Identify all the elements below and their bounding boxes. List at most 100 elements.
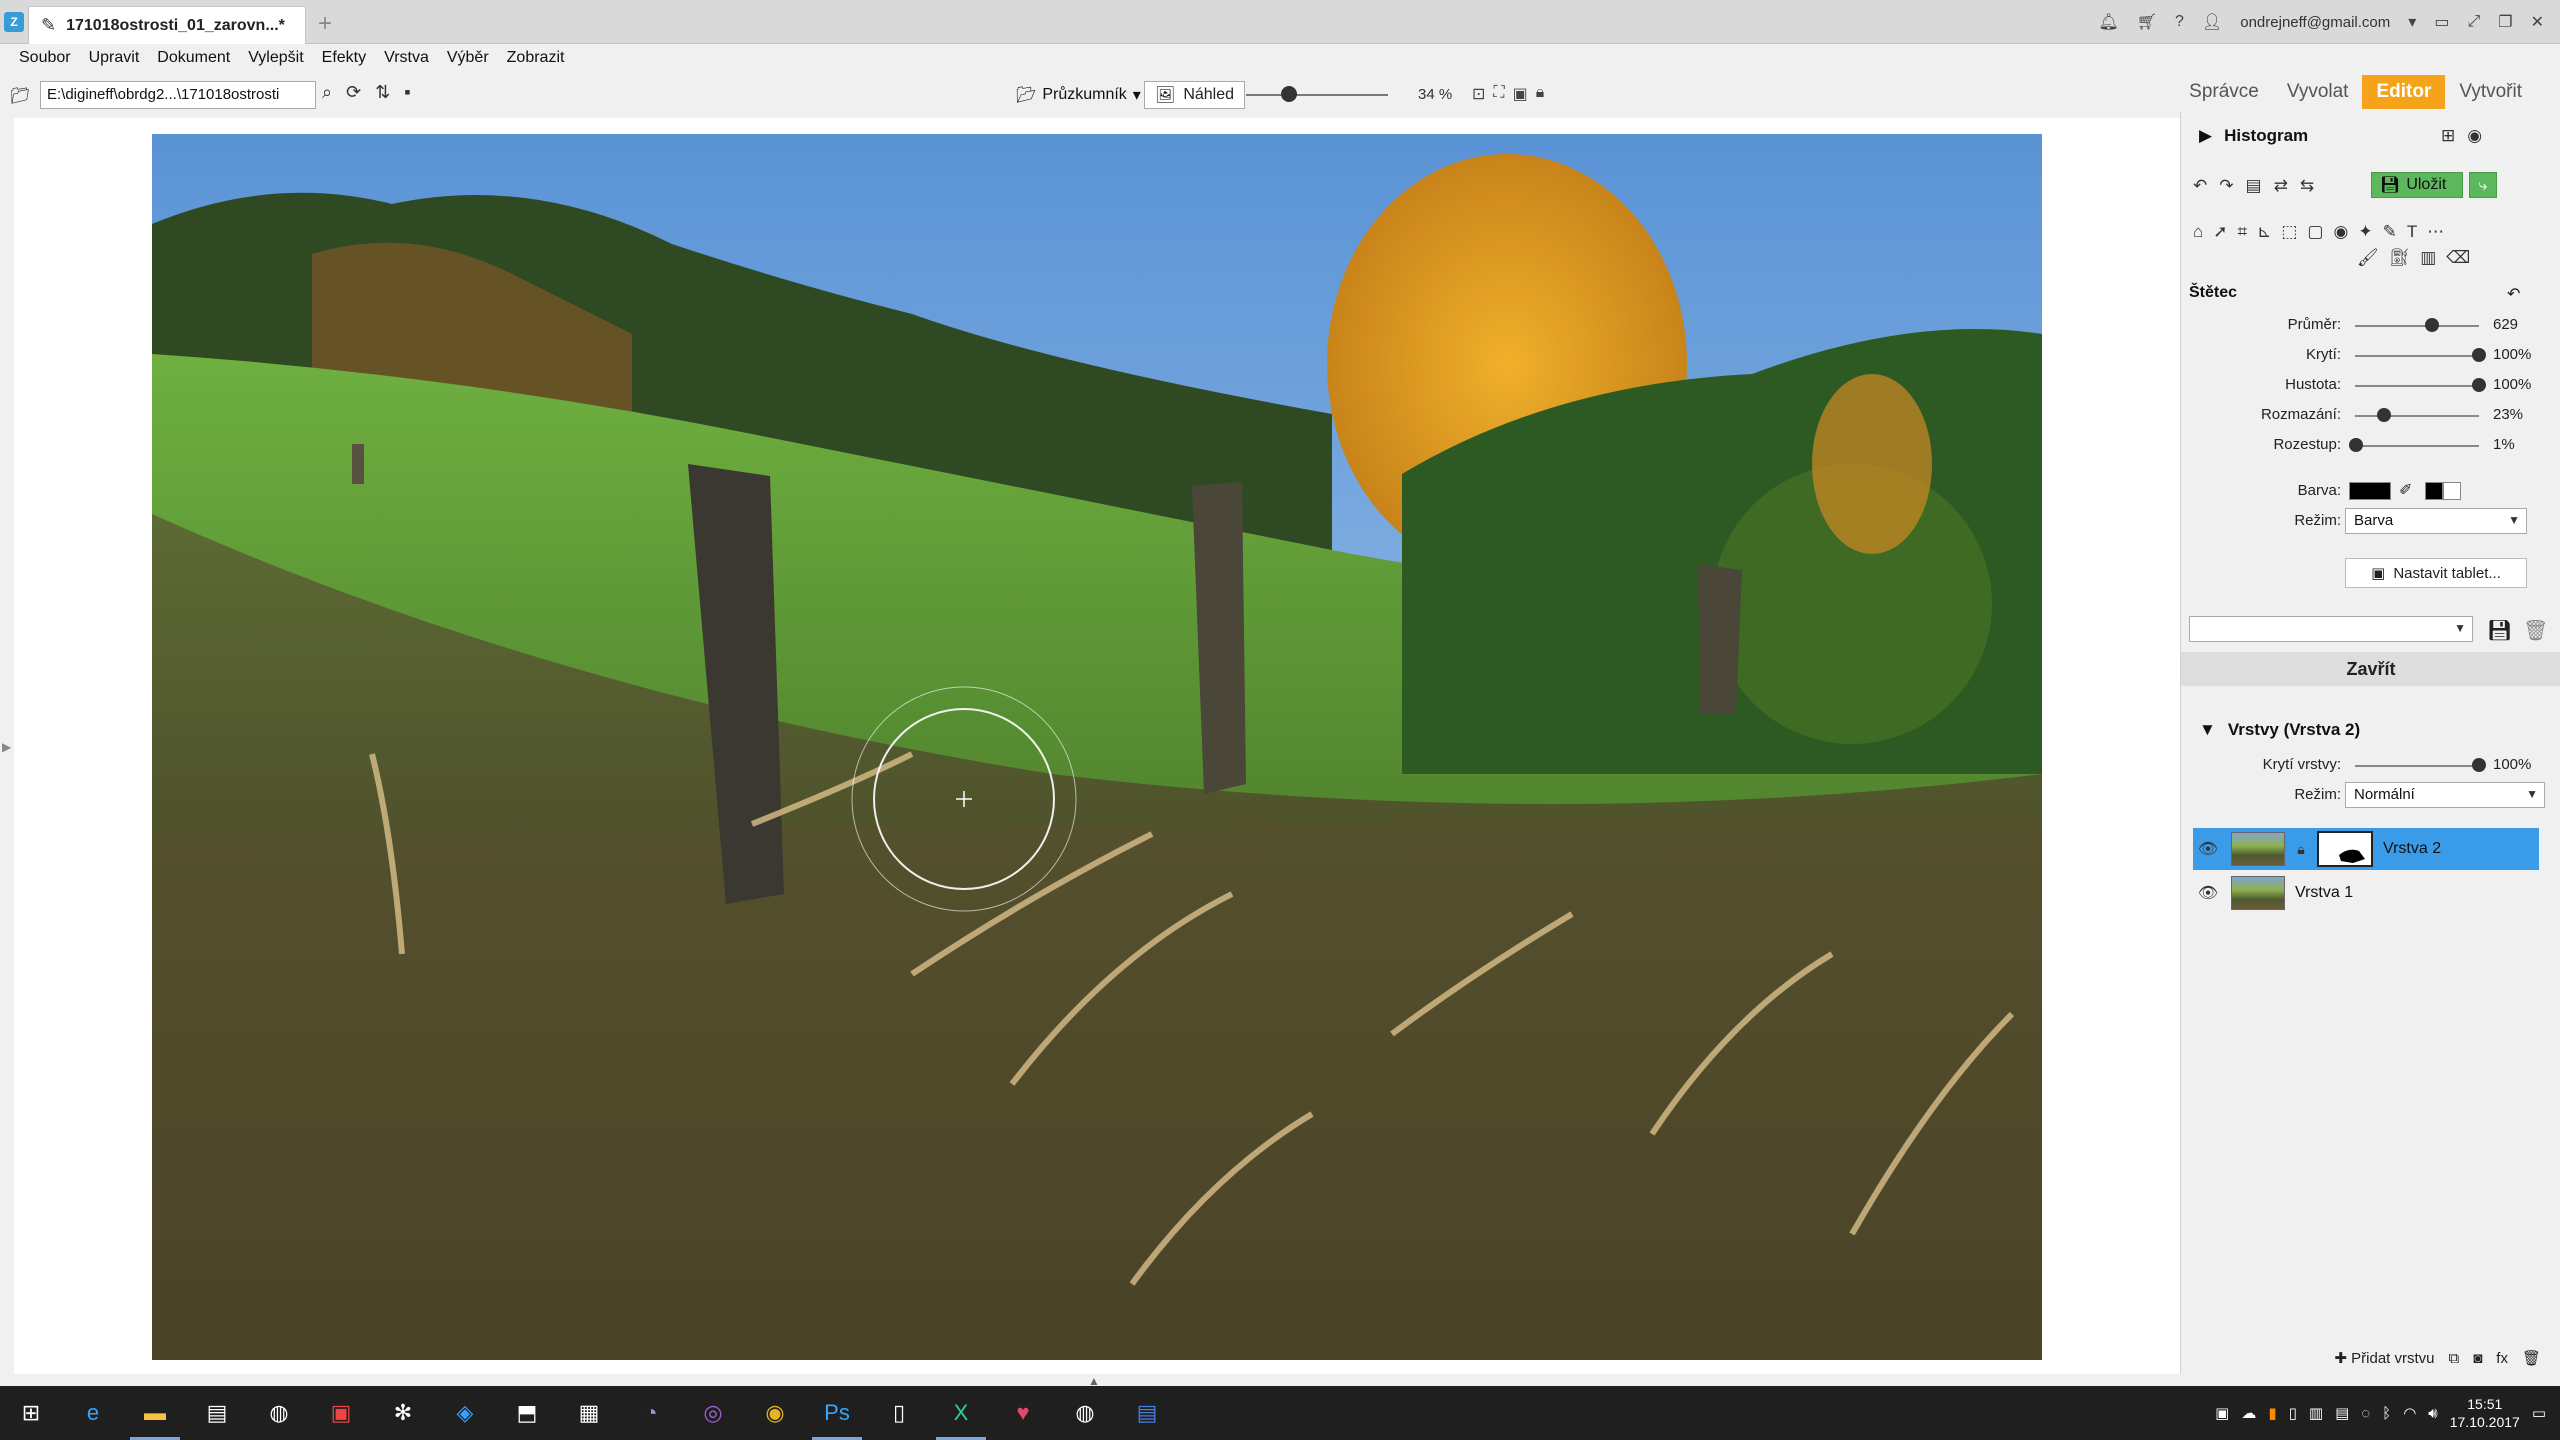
calculator-icon[interactable]: ▦ xyxy=(558,1386,620,1440)
document-tab[interactable]: ✎ 171018ostrosti_01_zarovn...* xyxy=(28,6,306,44)
account-dropdown-icon[interactable]: ▾ xyxy=(2408,12,2416,32)
histogram-header[interactable]: ▶ Histogram xyxy=(2181,118,2560,154)
transform-icon[interactable]: ⬚ xyxy=(2281,222,2297,242)
delete-preset-icon[interactable]: 🗑︎ xyxy=(2523,618,2548,643)
slider-track[interactable] xyxy=(2355,415,2479,417)
app-icon[interactable]: ⬒ xyxy=(496,1386,558,1440)
menu-zobrazit[interactable]: Zobrazit xyxy=(498,49,574,67)
app-icon[interactable]: ◈ xyxy=(434,1386,496,1440)
browser-button[interactable]: 📂︎ Průzkumník ▾ xyxy=(1016,82,1141,108)
layer-mode-select[interactable]: Normální ▼ xyxy=(2345,782,2545,808)
brush-icon[interactable]: 🖌︎ xyxy=(2357,248,2379,268)
color-swatch[interactable] xyxy=(2349,482,2391,500)
layer-lock-icon[interactable]: 🔒︎ xyxy=(2291,841,2311,858)
undo-icon[interactable]: ↶ xyxy=(2193,176,2207,196)
document-icon[interactable]: ▯ xyxy=(868,1386,930,1440)
window-restore-icon[interactable]: ❐ xyxy=(2498,12,2512,32)
app-icon[interactable]: ♥ xyxy=(992,1386,1054,1440)
menu-vylepsit[interactable]: Vylepšit xyxy=(239,49,312,67)
window-fullscreen-icon[interactable]: ⤢ xyxy=(2467,13,2480,31)
straighten-icon[interactable]: ⊾ xyxy=(2257,222,2271,242)
zoom-slider-knob[interactable] xyxy=(1281,86,1297,102)
layer-row-vrstva-2[interactable]: 👁︎ 🔒︎ Vrstva 2 xyxy=(2193,828,2539,870)
tray-icon[interactable]: ▮ xyxy=(2268,1404,2276,1422)
tray-icon[interactable]: ▣ xyxy=(2215,1404,2229,1422)
menu-upravit[interactable]: Upravit xyxy=(80,49,149,67)
chrome-icon[interactable]: ◉ xyxy=(744,1386,806,1440)
photoshop-icon[interactable]: Ps xyxy=(806,1386,868,1440)
app-icon[interactable]: ◎ xyxy=(682,1386,744,1440)
histogram-options-icon[interactable]: ⊞ xyxy=(2441,126,2455,146)
tray-icon[interactable]: ▥ xyxy=(2309,1404,2323,1422)
tray-icon[interactable]: ▤ xyxy=(2335,1404,2349,1422)
layers-header[interactable]: ▼ Vrstvy (Vrstva 2) xyxy=(2181,712,2560,748)
retouch-icon[interactable]: ✦ xyxy=(2358,222,2372,242)
actual-size-icon[interactable]: ▣ xyxy=(1513,84,1528,104)
layer-mask-icon[interactable]: ◙ xyxy=(2473,1350,2482,1367)
frame-icon[interactable]: ▢ xyxy=(2307,222,2323,242)
mode-tab-develop[interactable]: Vyvolat xyxy=(2273,75,2363,109)
refresh-icon[interactable]: ⟳ xyxy=(346,82,361,103)
menu-dokument[interactable]: Dokument xyxy=(148,49,239,67)
eye-icon[interactable]: ◉ xyxy=(2333,222,2348,242)
wifi-icon[interactable]: ◠ xyxy=(2403,1404,2416,1422)
redo-icon[interactable]: ↷ xyxy=(2219,176,2233,196)
mode-tab-manager[interactable]: Správce xyxy=(2175,75,2273,109)
preview-button[interactable]: 🖼︎ Náhled xyxy=(1144,81,1246,109)
history-icon[interactable]: ▤ xyxy=(2246,176,2262,196)
histogram-settings-icon[interactable]: ◉ xyxy=(2467,126,2482,146)
slider-knob[interactable] xyxy=(2424,318,2439,332)
photo-image[interactable] xyxy=(152,134,2042,1360)
swap-icon[interactable]: ⇆ xyxy=(2300,176,2314,196)
layer-opacity-slider[interactable] xyxy=(2355,765,2479,767)
save-preset-icon[interactable]: 💾︎ xyxy=(2487,618,2512,643)
slider-knob[interactable] xyxy=(2349,438,2364,452)
mode-tab-editor[interactable]: Editor xyxy=(2362,75,2446,109)
preset-select[interactable]: ▼ xyxy=(2189,616,2473,642)
slider-track[interactable] xyxy=(2355,445,2479,447)
share-button[interactable]: ⤷ xyxy=(2469,172,2497,198)
layer-visibility-eye-icon[interactable]: 👁︎ xyxy=(2193,839,2223,859)
notification-bell-icon[interactable]: 🔔︎ xyxy=(2098,12,2118,32)
tray-icon[interactable]: ◌ xyxy=(2361,1405,2370,1422)
eyedropper-icon[interactable]: ✐ xyxy=(2399,480,2412,500)
onedrive-icon[interactable]: ☁ xyxy=(2241,1404,2256,1422)
crop-icon[interactable]: ⌗ xyxy=(2238,222,2248,242)
slider-knob[interactable] xyxy=(2472,348,2486,362)
slider-track[interactable] xyxy=(2355,385,2479,387)
layer-opacity-knob[interactable] xyxy=(2472,758,2486,772)
layer-effects-icon[interactable]: fx xyxy=(2496,1350,2508,1367)
menu-vrstva[interactable]: Vrstva xyxy=(375,49,438,67)
fullscreen-icon[interactable]: ⛶ xyxy=(1493,84,1504,104)
search-icon[interactable]: ⌕ xyxy=(322,82,332,103)
slider-track[interactable] xyxy=(2355,325,2479,327)
word-document-icon[interactable]: ▤ xyxy=(1116,1386,1178,1440)
menu-efekty[interactable]: Efekty xyxy=(313,49,375,67)
zoner-photo-studio-icon[interactable]: X xyxy=(930,1386,992,1440)
edge-browser-icon[interactable]: e xyxy=(62,1386,124,1440)
compare-icon[interactable]: ⇄ xyxy=(2274,176,2288,196)
layer-visibility-eye-icon[interactable]: 👁︎ xyxy=(2193,883,2223,903)
menu-soubor[interactable]: Soubor xyxy=(10,49,80,67)
delete-layer-icon[interactable]: 🗑︎ xyxy=(2522,1349,2541,1367)
slider-track[interactable] xyxy=(2355,355,2479,357)
select-icon[interactable]: ➚ xyxy=(2213,222,2227,242)
more-tools-icon[interactable]: ⋯ xyxy=(2427,222,2444,242)
layer-row-vrstva-1[interactable]: 👁︎ Vrstva 1 xyxy=(2193,872,2539,914)
help-icon[interactable]: ? xyxy=(2175,13,2184,31)
mode-tab-create[interactable]: Vytvořit xyxy=(2445,75,2536,109)
bluetooth-icon[interactable]: ᛒ xyxy=(2382,1405,2391,1422)
brush-tool-icon[interactable]: ✎ xyxy=(2383,222,2397,242)
layer-mask-thumbnail[interactable] xyxy=(2317,831,2373,867)
lock-icon[interactable]: 🔒︎ xyxy=(1536,84,1545,104)
folder-icon[interactable]: ▪ xyxy=(404,82,410,103)
left-panel-toggle-icon[interactable]: ▶ xyxy=(2,740,11,754)
account-email[interactable]: ondrejneff@gmail.com xyxy=(2240,14,2390,31)
fit-icon[interactable]: ⊡ xyxy=(1472,84,1485,104)
reset-icon[interactable]: ↶ xyxy=(2507,284,2520,304)
save-button[interactable]: 💾︎ Uložit xyxy=(2371,172,2463,198)
background-swatch[interactable] xyxy=(2443,482,2461,500)
close-button[interactable]: Zavřít xyxy=(2181,652,2560,686)
tablet-settings-button[interactable]: ▣ Nastavit tablet... xyxy=(2345,558,2527,588)
file-explorer-icon[interactable]: ▬ xyxy=(124,1386,186,1440)
